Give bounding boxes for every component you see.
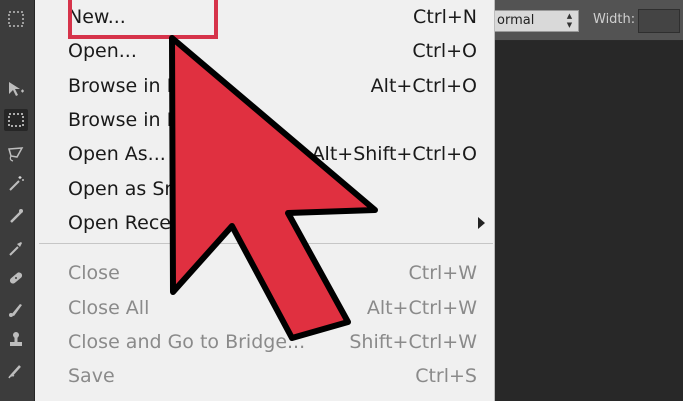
menu-separator (39, 243, 493, 244)
move-icon[interactable] (4, 78, 28, 100)
crop-icon[interactable] (4, 205, 28, 227)
lasso-icon[interactable] (4, 143, 28, 165)
menu-item-browse-in-bridge[interactable]: Browse in B Alt+Ctrl+O (35, 69, 495, 103)
submenu-arrow-icon (478, 217, 485, 229)
menu-item-open-as[interactable]: Open As... Alt+Shift+Ctrl+O (35, 137, 495, 171)
options-bar: ormal ▲ ▼ Width: (495, 0, 683, 41)
brush-icon[interactable] (4, 298, 28, 320)
menu-item-shortcut: Alt+Ctrl+W (366, 297, 477, 319)
menu-item-shortcut: Alt+Ctrl+O (370, 75, 477, 97)
rect-marquee-icon[interactable] (4, 109, 28, 131)
healing-icon[interactable] (4, 267, 28, 289)
menu-item-open-as-smart-object[interactable]: Open as Sm (35, 172, 495, 206)
tools-panel (0, 0, 35, 401)
menu-item-label: Close and Go to Bridge... (68, 331, 306, 353)
menu-item-shortcut: Ctrl+S (415, 365, 477, 387)
width-label: Width: (593, 12, 636, 27)
menu-item-shortcut: Ctrl+O (412, 40, 477, 62)
menu-item-label: Close All (68, 297, 150, 319)
menu-item-label: Browse in B (68, 75, 180, 97)
menu-item-label: Open As... (68, 143, 166, 165)
magic-wand-icon[interactable] (4, 173, 28, 195)
menu-item-open-recent[interactable]: Open Rece (35, 206, 495, 240)
menu-item-close-all: Close All Alt+Ctrl+W (35, 291, 495, 325)
menu-item-save: Save Ctrl+S (35, 359, 495, 393)
marquee-icon[interactable] (4, 8, 28, 30)
menu-item-label: Open... (68, 40, 137, 62)
menu-item-browse-in-mini-bridge[interactable]: Browse in M (35, 103, 495, 137)
menu-item-shortcut: Shift+Ctrl+W (349, 331, 477, 353)
blend-mode-value: ormal (497, 13, 535, 28)
select-arrows-icon: ▲ ▼ (566, 12, 573, 29)
menu-item-close: Close Ctrl+W (35, 256, 495, 290)
file-menu-dropdown: New... Ctrl+N Open... Ctrl+O Browse in B… (35, 0, 495, 401)
menu-item-label: Open as Sm (68, 178, 183, 200)
menu-item-open[interactable]: Open... Ctrl+O (35, 34, 495, 68)
history-brush-icon[interactable] (4, 360, 28, 382)
width-input[interactable] (638, 9, 680, 33)
stamp-icon[interactable] (4, 328, 28, 350)
menu-item-label: Close (68, 262, 120, 284)
menu-item-shortcut: Ctrl+W (408, 262, 477, 284)
menu-item-label: Open Rece (68, 212, 171, 234)
blend-mode-select[interactable]: ormal ▲ ▼ (495, 10, 579, 32)
new-item-highlight-box (68, 0, 218, 39)
menu-item-shortcut: Ctrl+N (413, 6, 477, 28)
menu-item-label: Browse in M (68, 109, 183, 131)
menu-item-close-and-go-to-bridge: Close and Go to Bridge... Shift+Ctrl+W (35, 325, 495, 359)
menu-item-shortcut: Alt+Shift+Ctrl+O (311, 143, 477, 165)
menu-item-label: Save (68, 365, 115, 387)
eyedropper-icon[interactable] (4, 237, 28, 259)
